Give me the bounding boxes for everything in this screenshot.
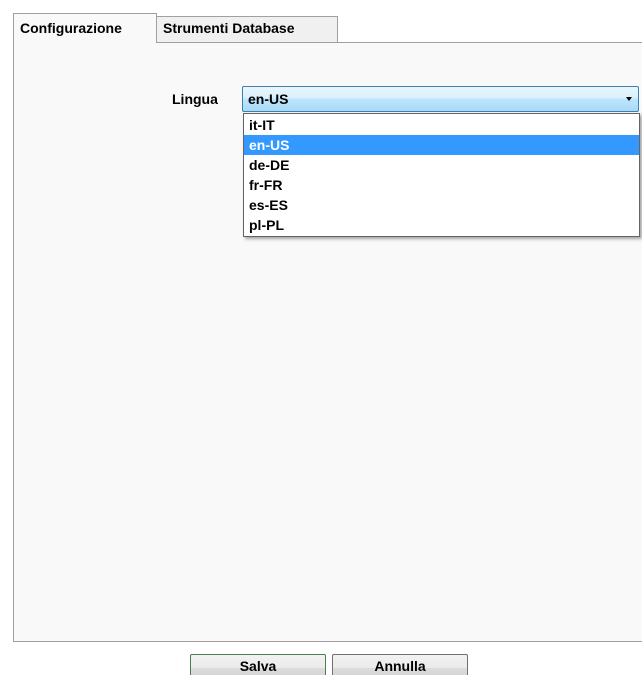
language-option-de-de[interactable]: de-DE	[244, 155, 639, 175]
language-selected-value: en-US	[248, 91, 289, 107]
language-label: Lingua	[172, 91, 218, 107]
tab-configurazione[interactable]: Configurazione	[13, 13, 157, 43]
language-option-fr-fr[interactable]: fr-FR	[244, 175, 639, 195]
tab-configurazione-label: Configurazione	[20, 20, 122, 36]
cancel-button[interactable]: Annulla	[332, 654, 468, 675]
language-dropdown-list: it-IT en-US de-DE fr-FR es-ES pl-PL	[243, 113, 640, 237]
language-option-en-us[interactable]: en-US	[244, 135, 639, 155]
tab-strumenti-database-label: Strumenti Database	[163, 20, 295, 36]
settings-window: Configurazione Strumenti Database Lingua…	[0, 0, 642, 675]
language-combobox[interactable]: en-US	[242, 86, 639, 112]
tab-strumenti-database[interactable]: Strumenti Database	[157, 16, 338, 42]
chevron-down-icon[interactable]	[626, 97, 632, 101]
language-option-pl-pl[interactable]: pl-PL	[244, 215, 639, 235]
language-option-it-it[interactable]: it-IT	[244, 115, 639, 135]
language-option-es-es[interactable]: es-ES	[244, 195, 639, 215]
save-button[interactable]: Salva	[190, 654, 326, 675]
